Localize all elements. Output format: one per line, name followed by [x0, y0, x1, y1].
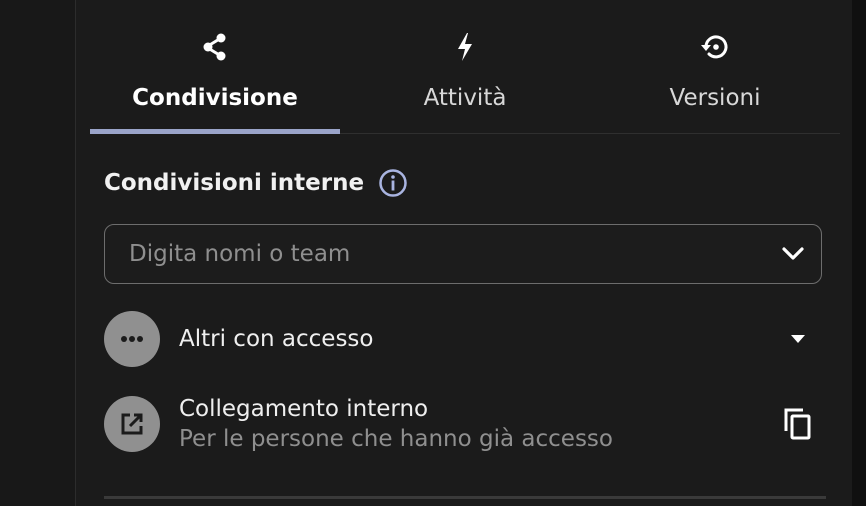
search-placeholder: Digita nomi o team: [129, 241, 351, 267]
tab-condivisione[interactable]: Condivisione: [90, 0, 340, 134]
internal-link-title: Collegamento interno: [179, 396, 429, 422]
divider: [104, 496, 826, 499]
open-in-new-icon: [104, 396, 160, 452]
caret-down-icon[interactable]: [778, 319, 818, 359]
left-rail: [0, 0, 76, 506]
search-input[interactable]: Digita nomi o team: [104, 224, 822, 284]
tab-versioni[interactable]: Versioni: [590, 0, 840, 133]
right-rail: [852, 0, 866, 506]
others-with-access-row[interactable]: Altri con accesso: [104, 311, 822, 367]
section-title-text: Condivisioni interne: [104, 170, 365, 196]
lightning-icon: [449, 31, 481, 63]
internal-link-text: Collegamento interno Per le persone che …: [179, 396, 778, 452]
chevron-down-icon[interactable]: [765, 226, 821, 282]
others-title: Altri con accesso: [179, 326, 374, 352]
share-icon: [199, 31, 231, 63]
section-title: Condivisioni interne: [104, 168, 408, 198]
tab-label: Versioni: [669, 85, 761, 111]
tab-bar: Condivisione Attività Versioni: [90, 0, 840, 134]
tab-label: Attività: [423, 85, 507, 111]
internal-link-row[interactable]: Collegamento interno Per le persone che …: [104, 396, 822, 452]
more-horizontal-icon: [104, 311, 160, 367]
sharing-panel: Condivisione Attività Versioni Condivisi…: [76, 0, 852, 506]
tab-label: Condivisione: [132, 85, 298, 111]
copy-icon[interactable]: [778, 404, 818, 444]
history-icon: [699, 31, 731, 63]
info-icon[interactable]: [378, 168, 408, 198]
others-text: Altri con accesso: [179, 326, 778, 352]
tab-attivita[interactable]: Attività: [340, 0, 590, 133]
internal-link-subtitle: Per le persone che hanno già accesso: [179, 426, 613, 452]
